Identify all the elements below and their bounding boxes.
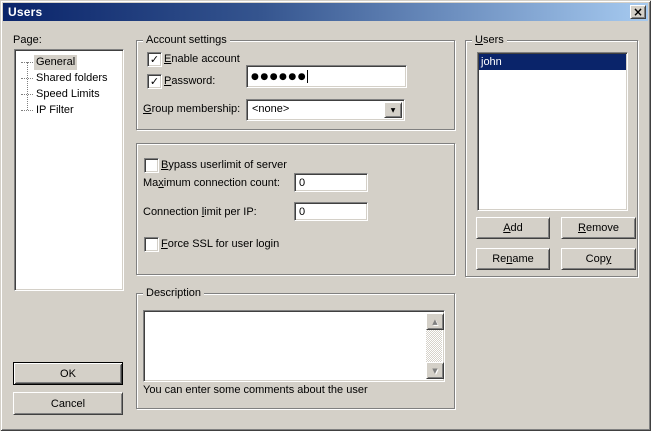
ip-limit-label: Connection limit per IP: — [143, 206, 257, 219]
force-ssl-label: Force SSL for user login — [161, 238, 279, 251]
force-ssl-checkbox[interactable] — [144, 237, 159, 252]
password-input[interactable]: ●●●●●● — [246, 65, 407, 88]
account-settings-group-title: Account settings — [143, 34, 230, 47]
description-scrollbar[interactable]: ▲ ▼ — [426, 313, 442, 379]
title-bar[interactable]: Users × — [3, 3, 648, 21]
scroll-up-button[interactable]: ▲ — [426, 313, 444, 330]
list-item-john[interactable]: john — [479, 54, 626, 70]
close-button[interactable]: × — [630, 5, 646, 19]
description-group: Description ▲ ▼ You can enter some comme… — [136, 293, 455, 409]
tree-item-general[interactable]: General — [21, 54, 77, 70]
group-membership-label: Group membership: — [143, 103, 240, 116]
tree-item-ip-filter[interactable]: IP Filter — [21, 102, 76, 118]
ok-button[interactable]: OK — [13, 362, 123, 385]
add-button[interactable]: Add — [476, 217, 550, 239]
users-list[interactable]: john — [477, 52, 628, 211]
combo-dropdown-button[interactable]: ▼ — [384, 102, 402, 118]
tree-branch-line — [21, 94, 33, 95]
remove-button[interactable]: Remove — [561, 217, 636, 239]
tree-item-label: Shared folders — [34, 71, 110, 86]
tree-item-shared-folders[interactable]: Shared folders — [21, 70, 110, 86]
ip-limit-input[interactable] — [294, 202, 368, 221]
users-dialog: Users × Page: General Shared folders Spe… — [0, 0, 651, 431]
scroll-down-button[interactable]: ▼ — [426, 362, 444, 379]
bypass-userlimit-checkbox[interactable] — [144, 158, 159, 173]
description-group-title: Description — [143, 287, 204, 300]
tree-branch-line — [21, 78, 33, 79]
bypass-userlimit-label: Bypass userlimit of server — [161, 159, 287, 172]
close-icon: × — [633, 7, 643, 17]
password-checkbox[interactable]: ✓ — [147, 74, 162, 89]
tree-item-label: Speed Limits — [34, 87, 102, 102]
text-caret — [307, 70, 308, 83]
checkmark-icon: ✓ — [150, 76, 159, 87]
cancel-button[interactable]: Cancel — [13, 392, 123, 415]
enable-account-label: Enable account — [164, 53, 240, 66]
page-label: Page: — [13, 34, 42, 47]
tree-branch-line — [21, 110, 33, 111]
scroll-up-icon: ▲ — [432, 318, 437, 326]
users-group-title: Users — [472, 34, 507, 47]
max-connections-label: Maximum connection count: — [143, 177, 280, 190]
chevron-down-icon: ▼ — [391, 107, 396, 114]
user-name: john — [481, 56, 502, 69]
window-title: Users — [3, 5, 42, 19]
rename-button[interactable]: Rename — [476, 248, 550, 270]
max-connections-input[interactable] — [294, 173, 368, 192]
password-value: ●●●●●● — [251, 72, 307, 82]
tree-branch-line — [21, 62, 33, 63]
group-membership-value: <none> — [252, 103, 289, 116]
description-hint: You can enter some comments about the us… — [143, 384, 368, 397]
description-textarea[interactable]: ▲ ▼ — [143, 310, 445, 382]
copy-button[interactable]: Copy — [561, 248, 636, 270]
tree-item-speed-limits[interactable]: Speed Limits — [21, 86, 102, 102]
tree-item-label: IP Filter — [34, 103, 76, 118]
connection-limits-group: Bypass userlimit of server Maximum conne… — [136, 143, 455, 275]
account-settings-group: Account settings ✓ Enable account ✓ Pass… — [136, 40, 455, 130]
users-group: Users john Add Remove Rename Copy — [465, 40, 638, 277]
scroll-down-icon: ▼ — [432, 367, 437, 375]
password-label: Password: — [164, 75, 215, 88]
tree-item-label: General — [34, 55, 77, 70]
checkmark-icon: ✓ — [150, 54, 159, 65]
group-membership-select[interactable]: <none> ▼ — [246, 99, 405, 121]
enable-account-checkbox[interactable]: ✓ — [147, 52, 162, 67]
page-tree[interactable]: General Shared folders Speed Limits IP F… — [14, 49, 124, 291]
